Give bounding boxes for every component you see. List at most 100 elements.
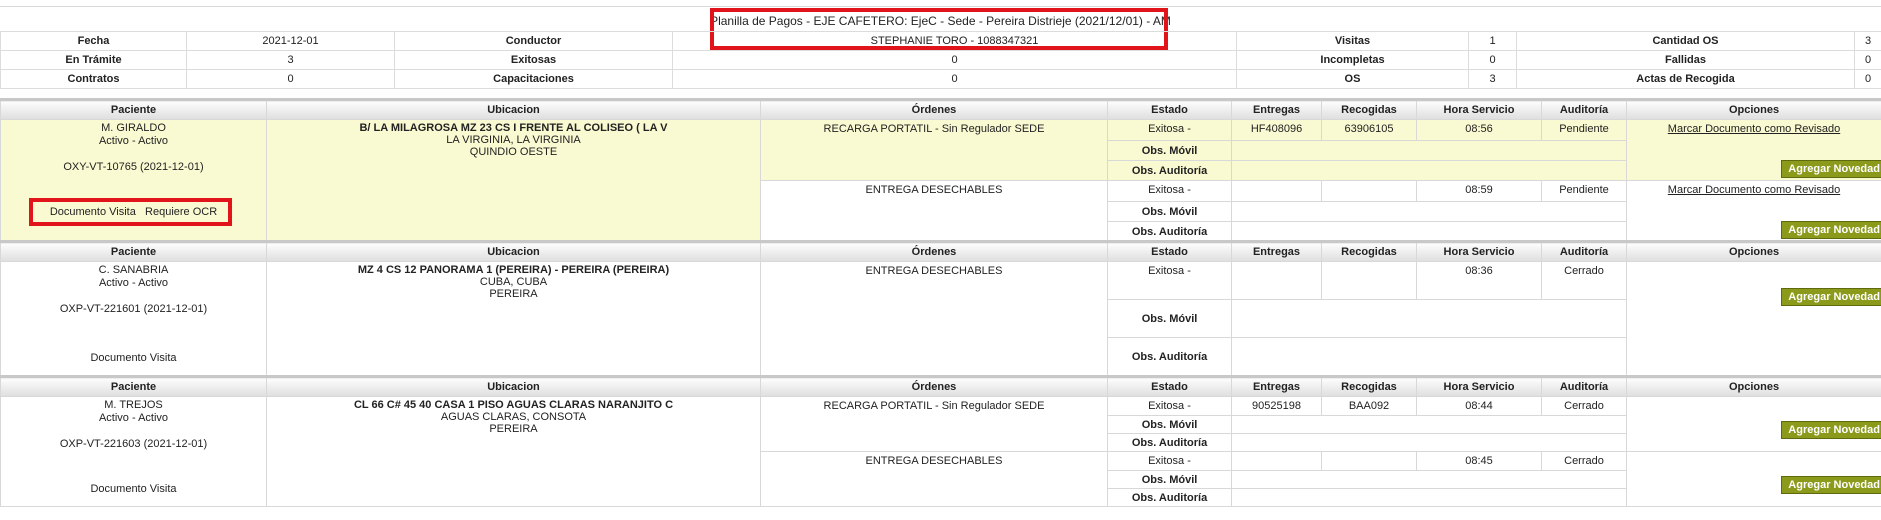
col-header-auditoria: Auditoría <box>1541 240 1627 262</box>
summary-label: Cantidad OS <box>1516 31 1855 51</box>
order-service-time: 08:59 <box>1416 180 1542 202</box>
col-header-opciones: Opciones <box>1626 98 1881 120</box>
options-cell: Marcar Documento como Revisado Agregar N… <box>1626 119 1881 181</box>
add-novelty-button[interactable]: Agregar Novedad <box>1781 160 1881 178</box>
col-header-hora: Hora Servicio <box>1416 98 1542 120</box>
order-service-time: 08:56 <box>1416 119 1542 141</box>
order-deliveries <box>1231 451 1322 471</box>
obs-movil-label: Obs. Móvil <box>1107 140 1232 161</box>
order-name: ENTREGA DESECHABLES <box>760 180 1108 242</box>
summary-label: Actas de Recogida <box>1516 69 1855 89</box>
visit-block: Paciente Ubicacion Órdenes Estado Entreg… <box>0 375 1881 507</box>
add-novelty-button[interactable]: Agregar Novedad <box>1781 476 1881 494</box>
address-line: B/ LA MILAGROSA MZ 23 CS I FRENTE AL COL… <box>359 122 668 134</box>
mark-reviewed-link[interactable]: Marcar Documento como Revisado <box>1627 181 1881 196</box>
address-line: CL 66 C# 45 40 CASA 1 PISO AGUAS CLARAS … <box>353 399 674 411</box>
patient-name: M. TREJOS <box>104 399 163 411</box>
col-header-entregas: Entregas <box>1231 375 1322 397</box>
order-service-time: 08:45 <box>1416 451 1542 471</box>
order-audit: Pendiente <box>1541 180 1627 202</box>
visit-code: OXP-VT-221601 (2021-12-01) <box>59 303 208 315</box>
col-header-estado: Estado <box>1107 375 1232 397</box>
patient-cell: C. SANABRIA Activo - Activo OXP-VT-22160… <box>0 261 267 376</box>
order-pickups: 63906105 <box>1321 119 1417 141</box>
visit-block: Paciente Ubicacion Órdenes Estado Entreg… <box>0 98 1881 242</box>
order-state: Exitosa - <box>1107 261 1232 300</box>
col-header-ordenes: Órdenes <box>760 98 1108 120</box>
obs-auditoria-label: Obs. Auditoría <box>1107 337 1232 376</box>
add-novelty-button[interactable]: Agregar Novedad <box>1781 288 1881 306</box>
address-line: MZ 4 CS 12 PANORAMA 1 (PEREIRA) - PEREIR… <box>357 264 670 276</box>
col-header-auditoria: Auditoría <box>1541 98 1627 120</box>
summary-value: 2021-12-01 <box>186 31 395 51</box>
order-state: Exitosa - <box>1107 451 1232 471</box>
options-cell: Agregar Novedad <box>1626 261 1881 376</box>
col-header-recogidas: Recogidas <box>1321 240 1417 262</box>
col-header-opciones: Opciones <box>1626 375 1881 397</box>
obs-auditoria-label: Obs. Auditoría <box>1107 160 1232 181</box>
obs-movil-label: Obs. Móvil <box>1107 470 1232 489</box>
col-header-paciente: Paciente <box>0 240 267 262</box>
summary-row: Contratos 0 Capacitaciones 0 OS 3 Actas … <box>0 69 1881 89</box>
order-audit: Cerrado <box>1541 261 1627 300</box>
summary-row: Fecha 2021-12-01 Conductor STEPHANIE TOR… <box>0 31 1881 51</box>
address-city: LA VIRGINIA, LA VIRGINIA <box>446 134 581 146</box>
visit-document-link[interactable]: Documento Visita <box>1 483 266 496</box>
location-cell: B/ LA MILAGROSA MZ 23 CS I FRENTE AL COL… <box>266 119 761 242</box>
options-cell: Marcar Documento como Revisado Agregar N… <box>1626 180 1881 242</box>
address-region: QUINDIO OESTE <box>469 146 558 158</box>
visit-code: OXP-VT-221603 (2021-12-01) <box>59 438 208 450</box>
patient-name: C. SANABRIA <box>98 264 169 276</box>
obs-movil-label: Obs. Móvil <box>1107 201 1232 222</box>
summary-label: Exitosas <box>394 50 673 70</box>
order-deliveries: HF408096 <box>1231 119 1322 141</box>
obs-movil-label: Obs. Móvil <box>1107 299 1232 338</box>
summary-label: Incompletas <box>1236 50 1469 70</box>
location-cell: CL 66 C# 45 40 CASA 1 PISO AGUAS CLARAS … <box>266 396 761 507</box>
obs-movil-value <box>1231 470 1627 489</box>
col-header-ubicacion: Ubicacion <box>266 98 761 120</box>
visit-document-link[interactable]: Documento Visita <box>1 352 266 365</box>
summary-value: 0 <box>186 69 395 89</box>
summary-value: 3 <box>1854 31 1881 51</box>
obs-auditoria-value <box>1231 488 1627 507</box>
order-service-time: 08:36 <box>1416 261 1542 300</box>
options-cell: Agregar Novedad <box>1626 396 1881 452</box>
summary-value: 0 <box>1854 50 1881 70</box>
order-pickups <box>1321 180 1417 202</box>
summary-label: Fallidas <box>1516 50 1855 70</box>
obs-auditoria-label: Obs. Auditoría <box>1107 433 1232 452</box>
col-header-recogidas: Recogidas <box>1321 98 1417 120</box>
summary-row: En Trámite 3 Exitosas 0 Incompletas 0 Fa… <box>0 50 1881 70</box>
summary-label: En Trámite <box>0 50 187 70</box>
summary-value: 0 <box>672 69 1237 89</box>
add-novelty-button[interactable]: Agregar Novedad <box>1781 221 1881 239</box>
obs-movil-value <box>1231 201 1627 222</box>
address-city: CUBA, CUBA <box>479 276 548 288</box>
top-rule <box>0 6 1881 7</box>
col-header-entregas: Entregas <box>1231 98 1322 120</box>
col-header-entregas: Entregas <box>1231 240 1322 262</box>
order-state: Exitosa - <box>1107 396 1232 416</box>
col-header-opciones: Opciones <box>1626 240 1881 262</box>
col-header-auditoria: Auditoría <box>1541 375 1627 397</box>
order-name: RECARGA PORTATIL - Sin Regulador SEDE <box>760 119 1108 181</box>
add-novelty-button[interactable]: Agregar Novedad <box>1781 421 1881 439</box>
order-pickups <box>1321 451 1417 471</box>
obs-movil-label: Obs. Móvil <box>1107 415 1232 434</box>
address-region: PEREIRA <box>489 423 538 435</box>
patient-status: Activo - Activo <box>98 277 169 289</box>
address-city: AGUAS CLARAS, CONSOTA <box>440 411 587 423</box>
summary-table: Fecha 2021-12-01 Conductor STEPHANIE TOR… <box>0 31 1881 89</box>
order-audit: Cerrado <box>1541 451 1627 471</box>
location-cell: MZ 4 CS 12 PANORAMA 1 (PEREIRA) - PEREIR… <box>266 261 761 376</box>
summary-value: 0 <box>1468 50 1517 70</box>
mark-reviewed-link[interactable]: Marcar Documento como Revisado <box>1627 120 1881 135</box>
summary-label: Conductor <box>394 31 673 51</box>
col-header-hora: Hora Servicio <box>1416 240 1542 262</box>
col-header-estado: Estado <box>1107 240 1232 262</box>
options-cell: Agregar Novedad <box>1626 451 1881 507</box>
patient-cell: M. TREJOS Activo - Activo OXP-VT-221603 … <box>0 396 267 507</box>
order-audit: Pendiente <box>1541 119 1627 141</box>
summary-value: 0 <box>672 50 1237 70</box>
